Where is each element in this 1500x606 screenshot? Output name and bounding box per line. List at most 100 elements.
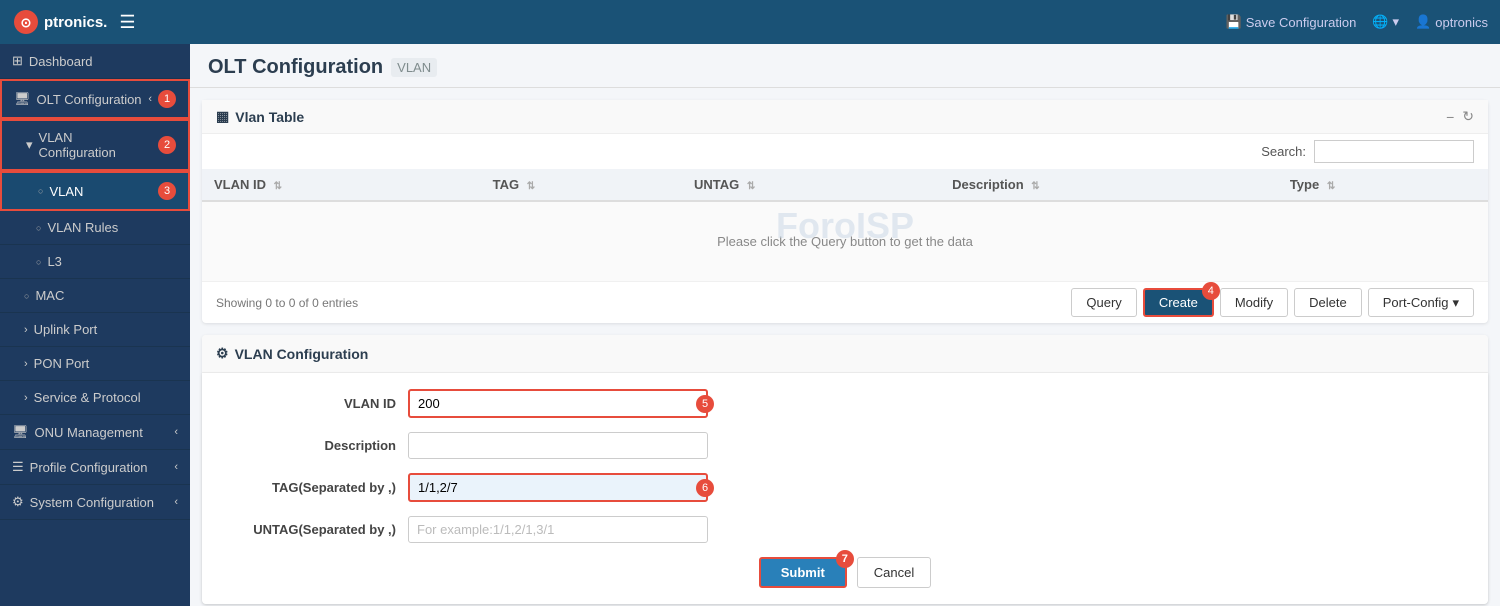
- submit-button[interactable]: Submit 7: [759, 557, 847, 588]
- modify-button[interactable]: Modify: [1220, 288, 1288, 317]
- table-empty-row: Please click the Query button to get the…: [202, 201, 1488, 282]
- sidebar-item-mac[interactable]: ○ MAC: [0, 279, 190, 313]
- navbar: ⊙ ptronics. ☰ 💾 Save Configuration 🌐 ▾ 👤…: [0, 0, 1500, 44]
- badge-2: 2: [158, 136, 176, 154]
- sidebar-label-onu: ONU Management: [35, 425, 169, 440]
- vlan-table-header: ▦ Vlan Table − ↻: [202, 100, 1488, 134]
- empty-message: Please click the Query button to get the…: [202, 201, 1488, 282]
- badge-7: 7: [836, 550, 854, 568]
- window-controls: − ↻: [1446, 108, 1474, 125]
- sidebar-item-system[interactable]: ⚙ System Configuration ‹: [0, 485, 190, 520]
- badge-4: 4: [1202, 282, 1220, 300]
- chevron-down-icon: ▾: [26, 137, 33, 153]
- arrow-right-onu: ‹: [174, 426, 178, 438]
- delete-button[interactable]: Delete: [1294, 288, 1362, 317]
- chevron-right-uplink: ›: [24, 324, 28, 336]
- sidebar-label-l3: L3: [47, 254, 61, 269]
- sidebar-item-pon[interactable]: › PON Port: [0, 347, 190, 381]
- cancel-button[interactable]: Cancel: [857, 557, 931, 588]
- table-wrapper: ForoISP VLAN ID ⇅ TAG ⇅ UNTAG ⇅ Descript…: [202, 169, 1488, 282]
- sidebar-item-vlan[interactable]: ○ VLAN 3: [0, 171, 190, 211]
- sidebar: ⊞ Dashboard 🖥 OLT Configuration ‹ 1 ▾ VL…: [0, 44, 190, 606]
- sidebar-item-profile[interactable]: ☰ Profile Configuration ‹: [0, 450, 190, 485]
- sidebar-label-uplink: Uplink Port: [34, 322, 98, 337]
- action-buttons: Query Create 4 Modify Delete Port-Config…: [1071, 288, 1474, 317]
- logo: ⊙ ptronics.: [12, 8, 107, 36]
- sidebar-item-vlan-rules[interactable]: ○ VLAN Rules: [0, 211, 190, 245]
- chevron-right-pon: ›: [24, 358, 28, 370]
- sidebar-item-service[interactable]: › Service & Protocol: [0, 381, 190, 415]
- port-config-button[interactable]: Port-Config ▾: [1368, 288, 1474, 317]
- untag-label: UNTAG(Separated by ,): [216, 522, 396, 537]
- sidebar-item-onu[interactable]: 🖥 ONU Management ‹: [0, 415, 190, 450]
- sidebar-item-uplink[interactable]: › Uplink Port: [0, 313, 190, 347]
- hamburger-icon[interactable]: ☰: [119, 12, 135, 33]
- save-config-button[interactable]: 💾 Save Configuration: [1226, 14, 1357, 30]
- search-label: Search:: [1261, 144, 1306, 159]
- form-actions: Submit 7 Cancel: [216, 557, 1474, 588]
- cog-icon: ⚙: [12, 494, 24, 510]
- form-title: VLAN Configuration: [235, 346, 369, 362]
- monitor-icon: 🖥: [14, 91, 31, 107]
- create-button[interactable]: Create 4: [1143, 288, 1214, 317]
- refresh-icon[interactable]: ↻: [1462, 108, 1474, 125]
- sidebar-label-vlan: VLAN: [49, 184, 152, 199]
- search-input[interactable]: [1314, 140, 1474, 163]
- tag-input[interactable]: [408, 473, 708, 502]
- chevron-right-service: ›: [24, 392, 28, 404]
- sidebar-label-profile: Profile Configuration: [30, 460, 169, 475]
- arrow-right-profile: ‹: [174, 461, 178, 473]
- showing-text: Showing 0 to 0 of 0 entries: [216, 296, 358, 310]
- sidebar-item-l3[interactable]: ○ L3: [0, 245, 190, 279]
- description-label: Description: [216, 438, 396, 453]
- table-controls: Search:: [202, 134, 1488, 169]
- badge-3: 3: [158, 182, 176, 200]
- circle-icon-l3: ○: [36, 257, 41, 267]
- vlan-id-input[interactable]: [408, 389, 708, 418]
- col-tag: TAG ⇅: [481, 169, 682, 201]
- main-layout: ⊞ Dashboard 🖥 OLT Configuration ‹ 1 ▾ VL…: [0, 44, 1500, 606]
- circle-icon-mac: ○: [24, 291, 29, 301]
- page-header: OLT Configuration VLAN: [190, 44, 1500, 88]
- save-label: Save Configuration: [1246, 15, 1357, 30]
- table-icon: ▦: [216, 108, 229, 125]
- olt-arrow: ‹: [148, 93, 152, 105]
- table-footer: Showing 0 to 0 of 0 entries Query Create…: [202, 282, 1488, 323]
- vlan-table: VLAN ID ⇅ TAG ⇅ UNTAG ⇅ Description ⇅ Ty…: [202, 169, 1488, 282]
- badge-6: 6: [696, 479, 714, 497]
- sliders-icon: ☰: [12, 459, 24, 475]
- vlan-form-card: ⚙ VLAN Configuration VLAN ID 5 Descripti…: [202, 335, 1488, 604]
- sidebar-item-vlan-config[interactable]: ▾ VLAN Configuration 2: [0, 119, 190, 171]
- page-title: OLT Configuration: [208, 56, 383, 79]
- sidebar-label-service: Service & Protocol: [34, 390, 141, 405]
- user-menu[interactable]: 👤 optronics: [1415, 14, 1488, 30]
- arrow-right-system: ‹: [174, 496, 178, 508]
- save-icon: 💾: [1226, 14, 1242, 30]
- sidebar-label-vlan-rules: VLAN Rules: [47, 220, 118, 235]
- dropdown-arrow: ▾: [1452, 295, 1459, 311]
- sidebar-item-olt-config[interactable]: 🖥 OLT Configuration ‹ 1: [0, 79, 190, 119]
- col-vlan-id: VLAN ID ⇅: [202, 169, 481, 201]
- description-input[interactable]: [408, 432, 708, 459]
- sidebar-label-system: System Configuration: [30, 495, 169, 510]
- content-area: OLT Configuration VLAN ▦ Vlan Table − ↻ …: [190, 44, 1500, 606]
- col-type: Type ⇅: [1278, 169, 1488, 201]
- card-title: Vlan Table: [235, 109, 304, 125]
- navbar-right: 💾 Save Configuration 🌐 ▾ 👤 optronics: [1226, 14, 1488, 30]
- badge-1: 1: [158, 90, 176, 108]
- sidebar-label-pon: PON Port: [34, 356, 90, 371]
- form-row-tag: TAG(Separated by ,) 6: [216, 473, 1474, 502]
- tag-label: TAG(Separated by ,): [216, 480, 396, 495]
- minimize-icon[interactable]: −: [1446, 109, 1454, 125]
- form-row-untag: UNTAG(Separated by ,): [216, 516, 1474, 543]
- language-selector[interactable]: 🌐 ▾: [1372, 14, 1399, 30]
- globe-icon: 🌐: [1372, 14, 1388, 30]
- sidebar-item-dashboard[interactable]: ⊞ Dashboard: [0, 44, 190, 79]
- query-button[interactable]: Query: [1071, 288, 1136, 317]
- badge-5: 5: [696, 395, 714, 413]
- svg-text:⊙: ⊙: [21, 15, 32, 30]
- form-header: ⚙ VLAN Configuration: [202, 335, 1488, 373]
- monitor-icon-onu: 🖥: [12, 424, 29, 440]
- logo-icon: ⊙: [12, 8, 40, 36]
- untag-input[interactable]: [408, 516, 708, 543]
